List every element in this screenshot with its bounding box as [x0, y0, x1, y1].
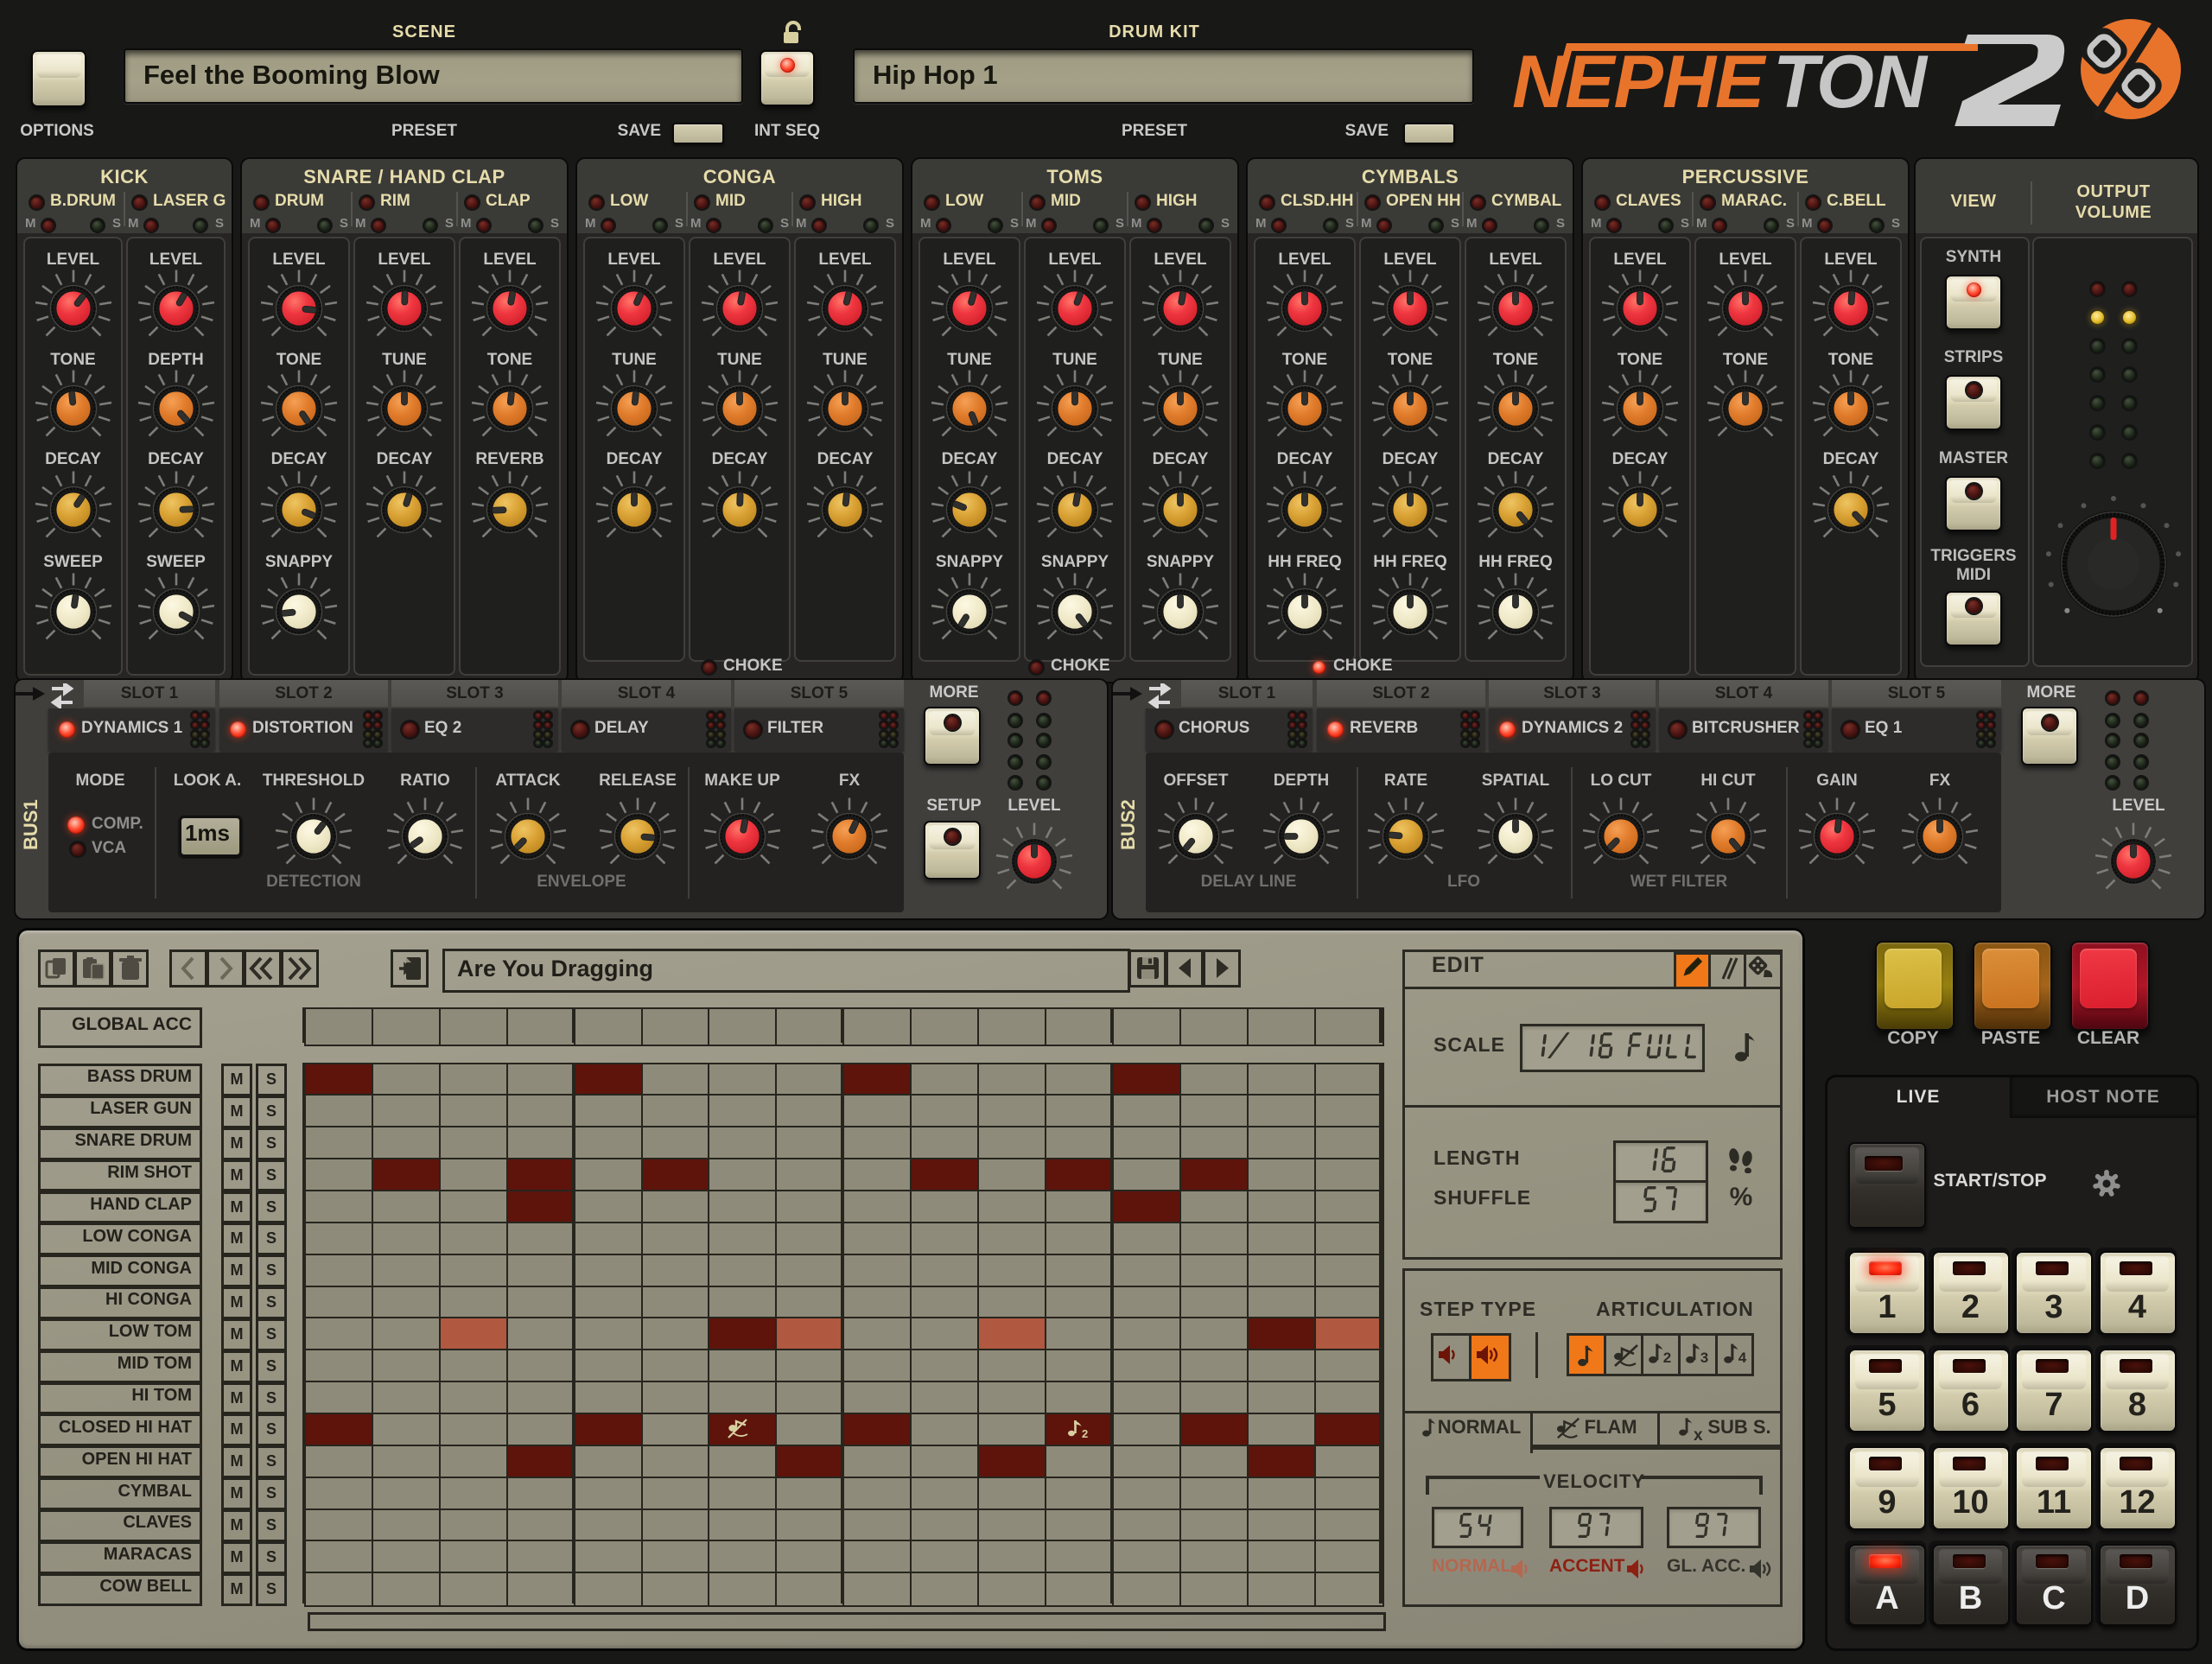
svg-text:2: 2	[1082, 1427, 1088, 1439]
svg-text:NEPHE: NEPHE	[1512, 41, 1767, 124]
svg-text:TON: TON	[1773, 41, 1929, 124]
